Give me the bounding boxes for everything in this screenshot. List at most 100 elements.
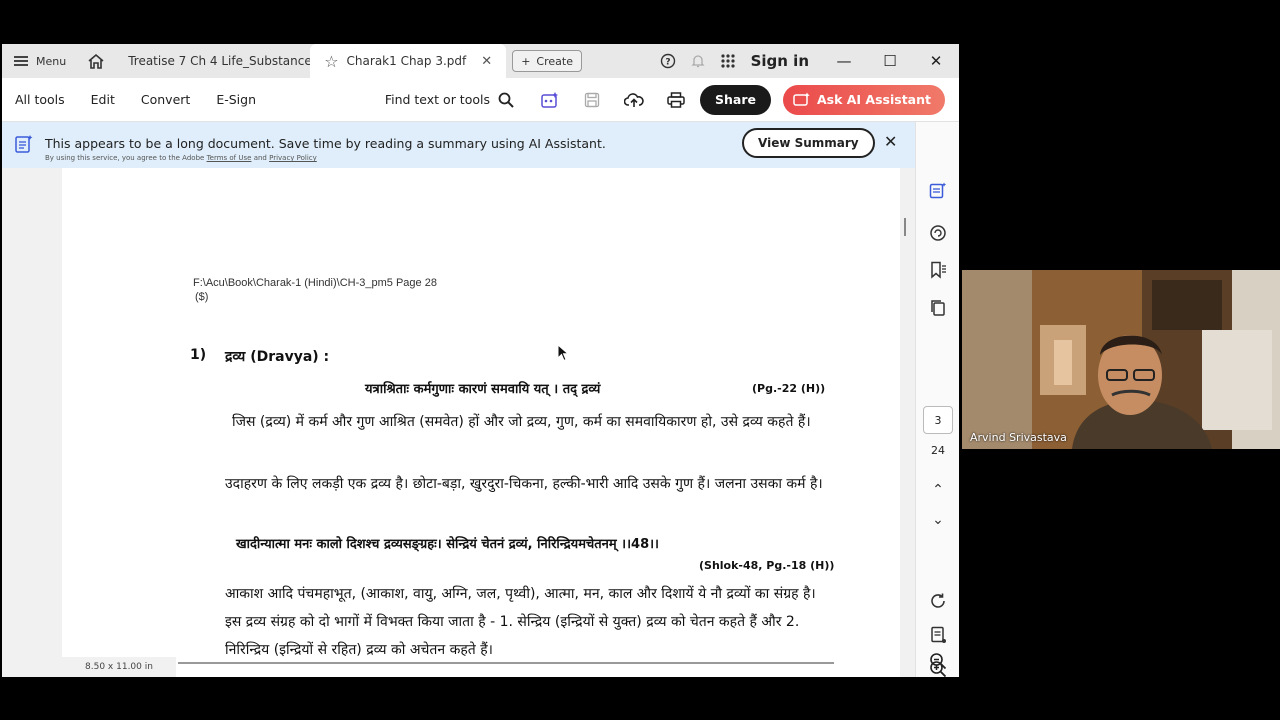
pdf-page: F:\Acu\Book\Charak-1 (Hindi)\CH-3_pm5 Pa… [62, 168, 900, 677]
find-label: Find text or tools [384, 92, 490, 107]
tab-bar-right: ? Sign in — ☐ ✕ [653, 44, 959, 78]
zoom-out-button[interactable] [927, 651, 949, 671]
disclaimer-text: By using this service, you agree to the … [45, 154, 205, 162]
create-button[interactable]: + Create [512, 50, 582, 72]
sign-in-link[interactable]: Sign in [743, 52, 821, 70]
right-side-panel: 3 24 ⌃ ⌄ [915, 122, 959, 677]
copy-pages-icon [931, 300, 945, 316]
apps-grid-icon [720, 54, 735, 68]
banner-message: This appears to be a long document. Save… [45, 136, 606, 151]
save-button[interactable] [574, 85, 610, 115]
tab-label: Treatise 7 Ch 4 Life_Substances... [128, 54, 330, 68]
cloud-upload-icon [623, 92, 644, 107]
document-scan-icon [931, 626, 946, 643]
vertical-scrollbar[interactable] [904, 218, 906, 236]
menu-all-tools[interactable]: All tools [2, 92, 78, 107]
view-summary-button[interactable]: View Summary [742, 128, 875, 158]
document-viewport[interactable]: F:\Acu\Book\Charak-1 (Hindi)\CH-3_pm5 Pa… [2, 168, 915, 677]
webcam-scene [962, 270, 1280, 449]
find-tools-button[interactable]: Find text or tools [385, 92, 514, 108]
paragraph-1: जिस (द्रव्य) में कर्म और गुण आश्रित (समव… [232, 414, 811, 430]
ai-sparkle-icon [541, 91, 558, 108]
total-pages: 24 [931, 444, 945, 457]
menu-edit[interactable]: Edit [78, 92, 128, 107]
hamburger-icon [14, 56, 28, 66]
home-icon [88, 53, 104, 69]
chevron-up-icon: ⌃ [932, 482, 944, 498]
section-heading: द्रव्य (Dravya) : [225, 349, 330, 365]
terms-of-use-link[interactable]: Terms of Use [207, 154, 252, 162]
menu-button[interactable]: Menu [2, 44, 78, 78]
minimize-button[interactable]: — [821, 44, 867, 78]
main-toolbar: All tools Edit Convert E-Sign Find text … [2, 78, 959, 122]
print-button[interactable] [658, 85, 694, 115]
refresh-icon [931, 593, 945, 608]
ai-document-icon [15, 135, 33, 153]
banner-disclaimer: By using this service, you agree to the … [45, 154, 317, 162]
menu-esign[interactable]: E-Sign [203, 92, 269, 107]
paragraph-3: आकाश आदि पंचमहाभूत, (आकाश, वायु, अग्नि, … [225, 586, 816, 658]
ai-summary-banner: This appears to be a long document. Save… [2, 122, 915, 168]
minimize-icon: — [836, 52, 852, 70]
shloka-2: खादीन्यात्मा मनः कालो दिशश्च द्रव्यसङ्ग्… [236, 537, 659, 552]
ai-tools-button[interactable] [532, 85, 568, 115]
comment-panel-button[interactable] [927, 222, 949, 244]
shloka-1: यत्राश्रिताः कर्मगुणाः कारणं समवायि यत् … [365, 382, 601, 397]
upload-button[interactable] [616, 85, 652, 115]
menu-convert[interactable]: Convert [128, 92, 203, 107]
view-summary-label: View Summary [758, 136, 859, 150]
next-page-button[interactable]: ⌄ [927, 512, 949, 528]
ask-ai-assistant-button[interactable]: Ask AI Assistant [782, 84, 945, 115]
plus-icon: + [521, 54, 531, 68]
participant-video: Arvind Srivastava [962, 270, 1280, 449]
apps-button[interactable] [713, 44, 743, 78]
paragraph-2: उदाहरण के लिए लकड़ी एक द्रव्य है। छोटा-ब… [225, 476, 823, 492]
create-label: Create [536, 54, 573, 68]
previous-page-button[interactable]: ⌃ [927, 482, 949, 498]
ai-summary-icon [929, 182, 947, 199]
page-thumbnail-button[interactable] [927, 624, 949, 646]
menu-label: Menu [36, 54, 67, 68]
participant-name: Arvind Srivastava [970, 431, 1067, 444]
help-button[interactable]: ? [653, 44, 683, 78]
close-icon: ✕ [929, 52, 943, 70]
tab-close-icon[interactable]: ✕ [481, 54, 492, 69]
page-size-indicator: 8.50 x 11.00 in [62, 657, 176, 677]
home-button[interactable] [78, 44, 114, 78]
toolbar-right: Find text or tools Share Ask AI Assistan… [385, 84, 959, 115]
shloka-2-reference: (Shlok-48, Pg.-18 (H)) [699, 559, 835, 572]
maximize-button[interactable]: ☐ [867, 44, 913, 78]
share-button[interactable]: Share [699, 84, 771, 115]
svg-text:?: ? [665, 58, 670, 68]
share-label: Share [714, 92, 756, 107]
chevron-down-icon: ⌄ [932, 512, 944, 528]
disclaimer-and: and [253, 154, 267, 162]
file-path-line: F:\Acu\Book\Charak-1 (Hindi)\CH-3_pm5 Pa… [193, 277, 437, 289]
mouse-cursor-icon [557, 344, 569, 362]
tab-treatise[interactable]: Treatise 7 Ch 4 Life_Substances... [114, 44, 329, 78]
horizontal-scrollbar[interactable] [178, 662, 834, 664]
bell-icon [691, 55, 705, 68]
zoom-out-icon [930, 653, 947, 670]
acrobat-window: Menu Treatise 7 Ch 4 Life_Substances... … [2, 44, 959, 677]
bookmark-icon [931, 261, 946, 279]
maximize-icon: ☐ [883, 52, 897, 70]
tab-label: Charak1 Chap 3.pdf [346, 54, 467, 68]
printer-icon [667, 91, 685, 108]
privacy-policy-link[interactable]: Privacy Policy [269, 154, 317, 162]
file-path-suffix: ($) [195, 291, 209, 303]
current-page-input[interactable]: 3 [923, 406, 953, 434]
bookmarks-panel-button[interactable] [927, 259, 949, 281]
star-icon[interactable]: ☆ [324, 52, 338, 71]
close-window-button[interactable]: ✕ [913, 44, 959, 78]
ai-assistant-icon [793, 92, 810, 106]
ai-summary-panel-button[interactable] [927, 180, 949, 202]
rotate-button[interactable] [927, 590, 949, 612]
tab-charak[interactable]: ☆ Charak1 Chap 3.pdf ✕ [310, 44, 507, 78]
shloka-1-reference: (Pg.-22 (H)) [752, 382, 826, 395]
banner-close-icon[interactable]: ✕ [884, 132, 897, 151]
notifications-button[interactable] [683, 44, 713, 78]
pages-panel-button[interactable] [927, 297, 949, 319]
save-icon [584, 92, 600, 107]
section-number: 1) [190, 347, 207, 363]
